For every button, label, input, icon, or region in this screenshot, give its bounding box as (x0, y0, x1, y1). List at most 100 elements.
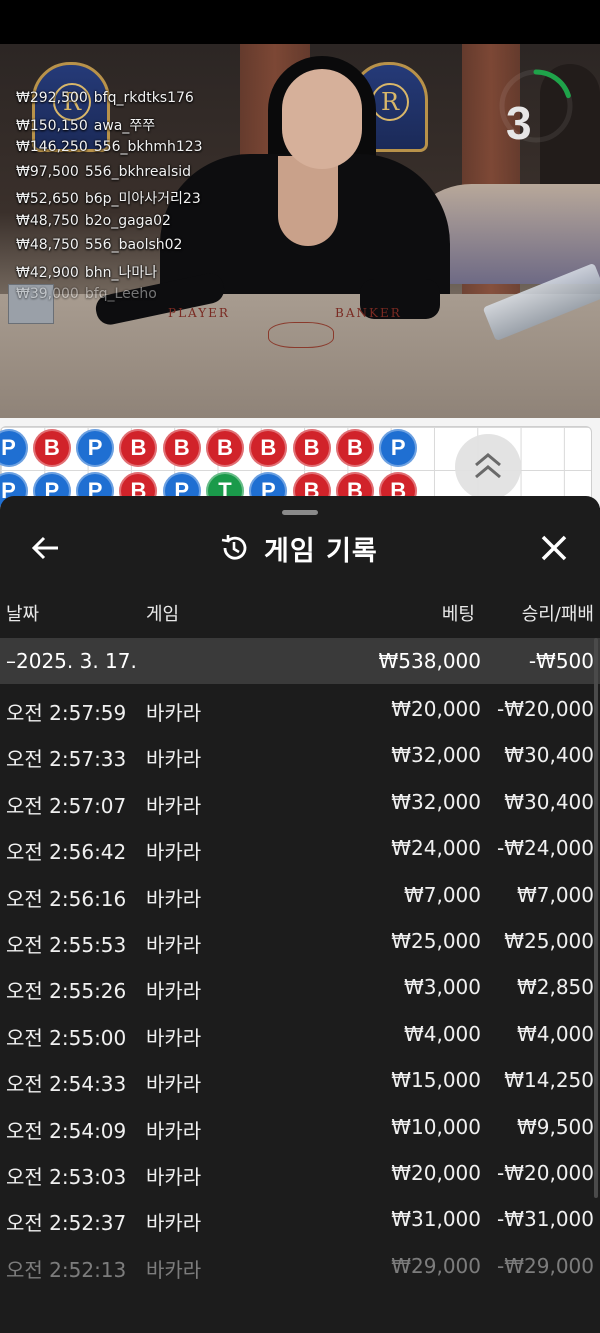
feed-entry: ₩39,000 bfq_Leeho (16, 286, 203, 311)
row-bet: ₩20,000 (391, 697, 481, 721)
status-bar (0, 0, 600, 44)
bead-result: B (119, 429, 158, 467)
sheet-drag-handle[interactable] (282, 510, 318, 515)
history-row[interactable]: 오전 2:57:33 바카라 ₩32,000 ₩30,400 (0, 734, 600, 780)
row-result: ₩14,250 (504, 1068, 594, 1093)
bead-road: PBPBBBBBBPPPPBPTPBBB (0, 418, 600, 516)
history-row[interactable]: 오전 2:54:33 바카라 ₩15,000 ₩14,250 (0, 1059, 600, 1105)
date-group-row[interactable]: –2025. 3. 17. ₩538,000 -₩500 (0, 638, 600, 684)
row-bet: ₩24,000 (391, 836, 481, 861)
close-button[interactable] (534, 528, 574, 568)
row-game: 바카라 (146, 793, 202, 818)
game-history-sheet: 게임 기록 날짜 게임 베팅 승리/패배 –2025. 3. 17. ₩538,… (0, 496, 600, 1333)
row-bet: ₩7,000 (403, 882, 481, 907)
history-row[interactable]: 오전 2:57:59 바카라 ₩20,000 -₩20,000 (0, 688, 600, 734)
column-game[interactable]: 게임 (146, 600, 179, 626)
history-row[interactable]: 오전 2:57:07 바카라 ₩32,000 ₩30,400 (0, 781, 600, 827)
banker-label: BANKER (335, 306, 402, 320)
history-row[interactable]: 오전 2:55:53 바카라 ₩25,000 ₩25,000 (0, 920, 600, 966)
history-row[interactable]: 오전 2:55:00 바카라 ₩4,000 ₩4,000 (0, 1013, 600, 1059)
column-bet[interactable]: 베팅 (442, 600, 475, 626)
history-row[interactable]: 오전 2:56:42 바카라 ₩24,000 -₩24,000 (0, 827, 600, 873)
row-bet: ₩20,000 (391, 1160, 481, 1185)
expand-roads-button[interactable] (455, 434, 521, 500)
row-time: 오전 2:52:37 (6, 1211, 127, 1236)
row-bet: ₩10,000 (391, 1114, 481, 1139)
feed-amount: ₩150,150 (16, 117, 88, 134)
row-game: 바카라 (146, 932, 202, 957)
feed-amount: ₩146,250 (16, 139, 88, 155)
feed-amount: ₩48,750 (16, 237, 79, 253)
row-game: 바카라 (146, 1211, 202, 1236)
row-game: 바카라 (146, 1257, 202, 1282)
row-game: 바카라 (146, 1025, 202, 1050)
sheet-title-group: 게임 기록 (218, 528, 378, 568)
bead-result: B (162, 429, 201, 467)
feed-amount: ₩48,750 (16, 212, 79, 229)
row-game: 바카라 (146, 1072, 202, 1097)
row-result: -₩29,000 (497, 1253, 594, 1278)
history-row[interactable]: 오전 2:54:09 바카라 ₩10,000 ₩9,500 (0, 1106, 600, 1152)
feed-user: 556_baolsh02 (84, 237, 183, 253)
feed-user: bfq_rkdtks176 (93, 90, 194, 106)
bead-result: B (32, 429, 71, 467)
group-total-result: -₩500 (528, 649, 594, 673)
row-time: 오전 2:53:03 (6, 1164, 127, 1189)
sheet-title: 게임 기록 (264, 535, 378, 567)
row-time: 오전 2:55:26 (6, 979, 127, 1004)
row-game: 바카라 (146, 840, 202, 865)
sheet-header: 게임 기록 (0, 520, 600, 572)
row-bet: ₩3,000 (403, 975, 481, 1000)
feed-user: b2o_gaga02 (84, 212, 171, 229)
bead-result: P (379, 429, 418, 467)
row-result: ₩9,500 (516, 1114, 594, 1139)
bead-result: P (0, 429, 28, 467)
bead-result: B (249, 429, 288, 467)
feed-entry: ₩42,900 bhn_나마나 (16, 262, 203, 287)
feed-amount: ₩42,900 (16, 264, 79, 281)
history-list: 오전 2:57:59 바카라 ₩20,000 -₩20,000 오전 2:57:33 바카… (0, 688, 600, 1291)
column-headers: 날짜 게임 베팅 승리/패배 (0, 596, 600, 626)
history-row[interactable]: 오전 2:52:13 바카라 ₩29,000 -₩29,000 (0, 1245, 600, 1291)
row-result: ₩2,850 (516, 975, 594, 1000)
history-row[interactable]: 오전 2:52:37 바카라 ₩31,000 -₩31,000 (0, 1198, 600, 1244)
row-time: 오전 2:56:42 (6, 840, 127, 865)
history-row[interactable]: 오전 2:55:26 바카라 ₩3,000 ₩2,850 (0, 966, 600, 1012)
row-bet: ₩29,000 (391, 1253, 481, 1278)
row-time: 오전 2:55:53 (6, 932, 127, 957)
live-video: R R PLAYER BANKER ₩292,500 bfq_rkdtks176 ₩… (0, 44, 600, 418)
feed-user: bhn_나마나 (84, 264, 158, 281)
feed-entry: ₩292,500 bfq_rkdtks176 (16, 90, 203, 115)
bead-result: B (292, 429, 331, 467)
row-bet: ₩32,000 (391, 789, 481, 814)
winners-feed: ₩292,500 bfq_rkdtks176 ₩150,150 awa_쭈쭈 ₩146,… (16, 90, 203, 311)
history-row[interactable]: 오전 2:53:03 바카라 ₩20,000 -₩20,000 (0, 1152, 600, 1198)
feed-entry: ₩97,500 556_bkhrealsid (16, 164, 203, 189)
feed-user: 556_bkhrealsid (84, 163, 192, 180)
row-time: 오전 2:54:33 (6, 1072, 127, 1097)
feed-amount: ₩292,500 (16, 90, 88, 106)
feed-user: bfq_Leeho (84, 286, 157, 302)
row-result: ₩4,000 (516, 1021, 594, 1046)
chevron-up-double-icon (475, 453, 501, 479)
back-button[interactable] (26, 528, 66, 568)
group-date: –2025. 3. 17. (6, 649, 137, 673)
close-icon (541, 535, 567, 561)
feed-user: awa_쭈쭈 (93, 117, 156, 134)
row-time: 오전 2:54:09 (6, 1118, 127, 1143)
column-date[interactable]: 날짜 (6, 600, 39, 626)
feed-amount: ₩39,000 (16, 286, 79, 302)
feed-entry: ₩150,150 awa_쭈쭈 (16, 115, 203, 140)
bead-result: B (206, 429, 244, 467)
row-time: 오전 2:57:07 (6, 793, 127, 818)
scrollbar[interactable] (594, 638, 598, 1198)
group-total-bet: ₩538,000 (378, 649, 481, 673)
dealer-face (282, 69, 362, 169)
history-row[interactable]: 오전 2:56:16 바카라 ₩7,000 ₩7,000 (0, 874, 600, 920)
history-icon (221, 535, 247, 560)
table-logo (268, 322, 334, 348)
row-game: 바카라 (146, 747, 202, 772)
feed-entry: ₩146,250 556_bkhmh123 (16, 139, 203, 164)
feed-entry: ₩48,750 556_baolsh02 (16, 237, 203, 262)
column-result[interactable]: 승리/패배 (522, 600, 594, 626)
